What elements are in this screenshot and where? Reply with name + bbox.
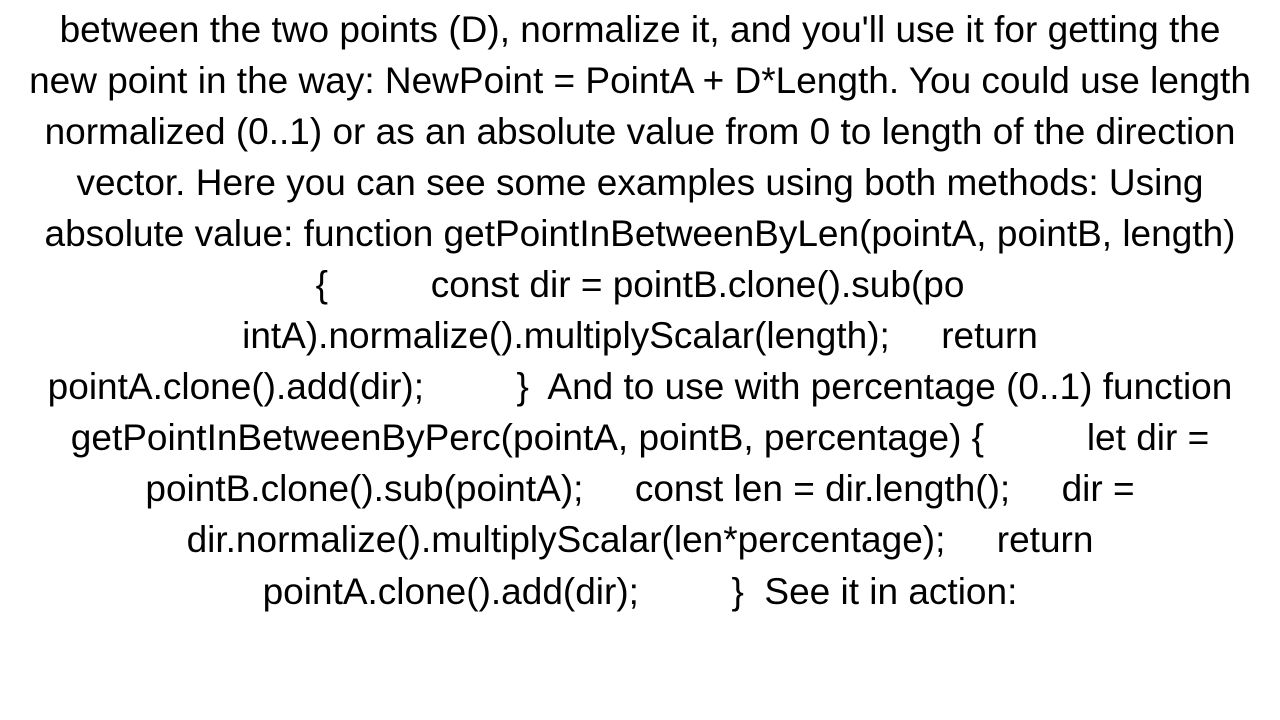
document-body: between the two points (D), normalize it… [25, 0, 1255, 617]
body-text: between the two points (D), normalize it… [29, 9, 1251, 612]
